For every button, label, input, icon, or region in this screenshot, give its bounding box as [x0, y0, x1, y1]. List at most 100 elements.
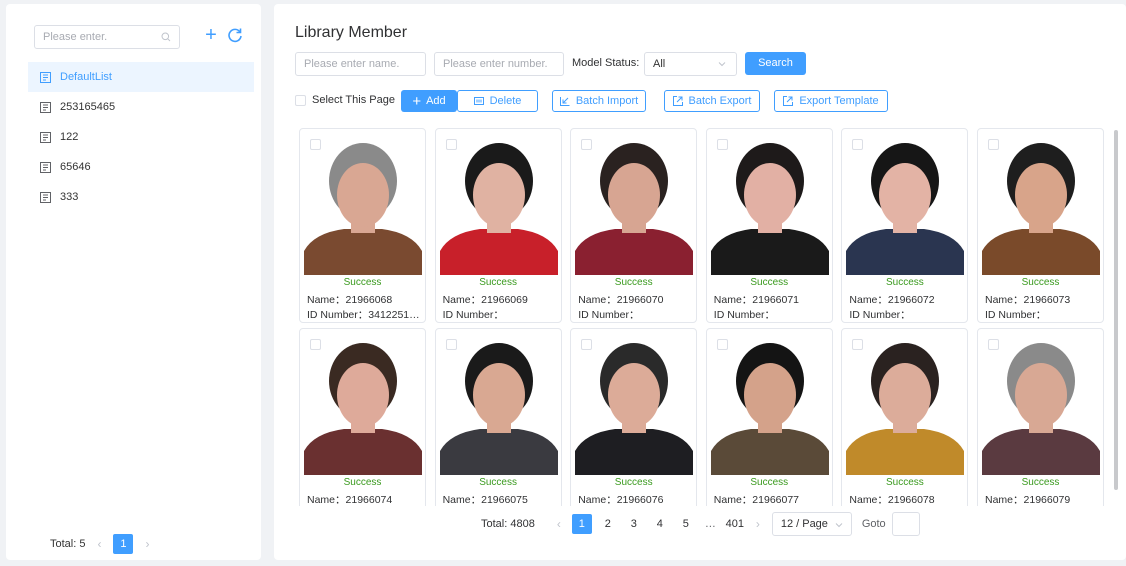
search-icon[interactable]	[161, 32, 171, 42]
member-card[interactable]: Success Name：21966070 ID Number：	[570, 128, 698, 323]
member-card[interactable]: Success Name：21966069 ID Number：	[434, 128, 562, 323]
member-checkbox[interactable]	[310, 339, 321, 350]
member-checkbox[interactable]	[581, 139, 593, 150]
list-icon	[40, 101, 51, 113]
name-input[interactable]	[304, 58, 417, 70]
delete-button[interactable]: Delete	[457, 90, 538, 112]
member-pagination: Total: 4808 ‹ 1 2 3 4 5 … 401 › 12 / Page Goto	[481, 512, 920, 536]
goto-input[interactable]	[891, 512, 920, 536]
member-name: Name：21966073	[985, 294, 1071, 306]
list-icon	[40, 191, 51, 203]
next-page-icon[interactable]: ›	[756, 517, 760, 531]
number-input[interactable]	[443, 58, 555, 70]
scrollbar[interactable]	[1114, 130, 1118, 490]
member-checkbox[interactable]	[852, 139, 864, 150]
list-item[interactable]: 253165465	[28, 92, 254, 122]
member-card[interactable]: Success Name：21966078	[841, 328, 969, 506]
member-checkbox[interactable]	[852, 339, 864, 350]
chevron-down-icon	[835, 523, 843, 528]
select-page-checkbox[interactable]: Select This Page	[295, 94, 395, 106]
batch-import-label: Batch Import	[575, 95, 639, 107]
member-checkbox[interactable]	[581, 339, 593, 350]
checkbox[interactable]	[295, 94, 306, 106]
list-page-1[interactable]: 1	[113, 534, 134, 554]
prev-page-icon[interactable]: ‹	[557, 517, 561, 531]
member-name: Name：21966076	[578, 494, 664, 506]
library-list-panel: + DefaultList 253165465 122 65646 333 Total:…	[6, 4, 261, 560]
member-photo	[846, 133, 965, 275]
member-checkbox[interactable]	[988, 339, 999, 350]
member-card[interactable]: Success Name：21966079	[977, 328, 1104, 506]
list-icon	[40, 71, 51, 83]
member-checkbox[interactable]	[716, 139, 728, 150]
add-button[interactable]: + Add	[401, 90, 457, 112]
page-size-select[interactable]: 12 / Page	[771, 512, 852, 536]
batch-import-button[interactable]: Batch Import	[552, 90, 646, 112]
library-list: DefaultList 253165465 122 65646 333	[28, 62, 254, 212]
model-status-value: All	[653, 58, 666, 70]
member-status: Success	[750, 477, 789, 488]
member-card[interactable]: Success Name：21966071 ID Number：	[705, 128, 833, 323]
member-card[interactable]: Success Name：21966076	[570, 328, 698, 506]
member-photo	[846, 333, 965, 475]
name-field[interactable]	[295, 52, 426, 76]
next-page-icon[interactable]: ›	[145, 537, 149, 551]
member-photo	[982, 133, 1100, 275]
member-status: Success	[479, 477, 517, 488]
list-search-field[interactable]	[34, 25, 180, 49]
batch-export-button[interactable]: Batch Export	[664, 90, 760, 112]
member-status: Success	[343, 277, 382, 288]
member-card[interactable]: Success Name：21966073 ID Number：	[977, 128, 1104, 323]
list-item[interactable]: DefaultList	[28, 62, 254, 92]
page-size-value: 12 / Page	[780, 518, 828, 530]
page-3[interactable]: 3	[624, 514, 644, 534]
page-401[interactable]: 401	[725, 514, 745, 534]
member-panel: Library Member Model Status: All Search …	[274, 4, 1126, 560]
member-card[interactable]: Success Name：21966077	[705, 328, 833, 506]
list-search-input[interactable]	[43, 31, 171, 43]
member-checkbox[interactable]	[988, 139, 999, 150]
more-pages-icon[interactable]: …	[705, 518, 716, 530]
member-status: Success	[614, 277, 653, 288]
member-checkbox[interactable]	[445, 139, 457, 150]
member-status: Success	[885, 277, 924, 288]
page-title: Library Member	[295, 24, 408, 41]
member-card[interactable]: Success Name：21966075	[434, 328, 562, 506]
member-id-number: ID Number：	[713, 309, 776, 321]
page-2[interactable]: 2	[598, 514, 618, 534]
export-template-button[interactable]: Export Template	[774, 90, 888, 112]
list-item[interactable]: 333	[28, 182, 254, 212]
model-status-label: Model Status:	[572, 57, 640, 69]
page-4[interactable]: 4	[650, 514, 670, 534]
member-card[interactable]: Success Name：21966074	[299, 328, 426, 506]
member-id-number: ID Number：	[985, 309, 1047, 321]
batch-export-label: Batch Export	[688, 95, 752, 107]
member-checkbox[interactable]	[310, 139, 321, 150]
member-photo	[439, 333, 558, 475]
member-name: Name：21966071	[713, 294, 800, 306]
prev-page-icon[interactable]: ‹	[97, 537, 101, 551]
select-page-label: Select This Page	[312, 94, 395, 106]
number-field[interactable]	[434, 52, 564, 76]
list-item-label: DefaultList	[60, 71, 112, 83]
member-card[interactable]: Success Name：21966072 ID Number：	[841, 128, 969, 323]
refresh-icon[interactable]	[227, 26, 243, 44]
member-checkbox[interactable]	[445, 339, 457, 350]
member-checkbox[interactable]	[716, 339, 728, 350]
plus-icon: +	[412, 92, 422, 110]
page-1[interactable]: 1	[571, 514, 592, 534]
delete-label: Delete	[489, 95, 522, 107]
model-status-select[interactable]: All	[644, 52, 737, 76]
member-name: Name：21966077	[713, 494, 800, 506]
search-button[interactable]: Search	[745, 52, 806, 75]
goto-label: Goto	[861, 518, 886, 530]
page-5[interactable]: 5	[676, 514, 696, 534]
list-item[interactable]: 65646	[28, 152, 254, 182]
list-icon	[40, 131, 51, 143]
list-item[interactable]: 122	[28, 122, 254, 152]
member-card[interactable]: Success Name：21966068 ID Number：34122519…	[299, 128, 426, 323]
add-list-icon[interactable]: +	[202, 24, 220, 46]
member-grid: Success Name：21966068 ID Number：34122519… S…	[299, 128, 1111, 506]
member-photo	[575, 333, 694, 475]
list-total: Total: 5	[50, 538, 86, 550]
